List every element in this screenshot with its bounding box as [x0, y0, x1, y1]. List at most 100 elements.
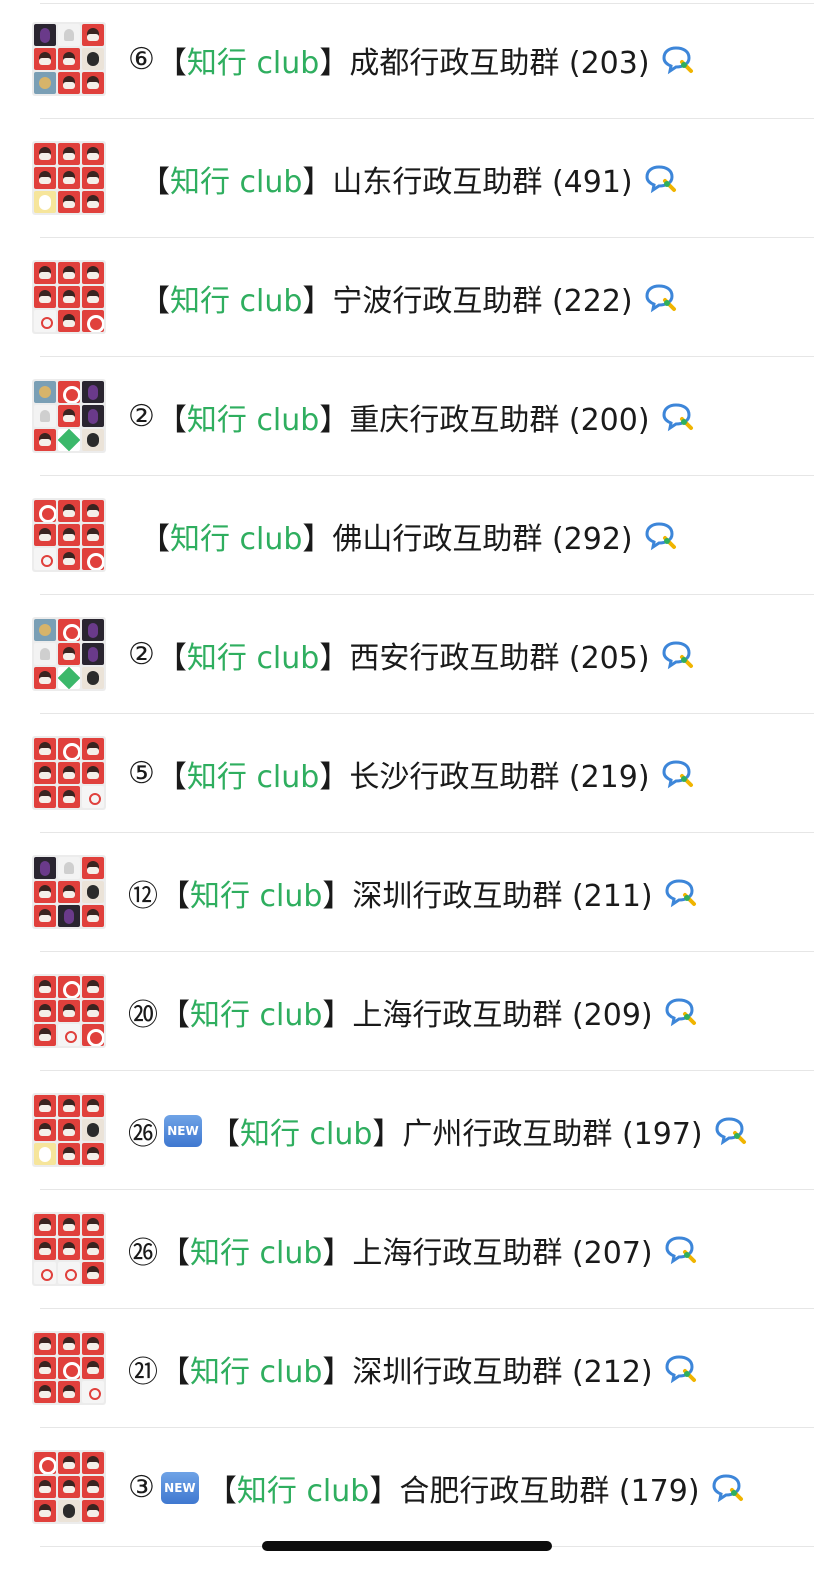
group-avatar: [32, 974, 106, 1048]
chat-list-item[interactable]: 【知行 club】宁波行政互助群 (222): [0, 238, 828, 357]
bracket-open: 【: [140, 521, 170, 557]
avatar-tile: [82, 1452, 104, 1474]
club-name: 知行 club: [190, 1354, 323, 1390]
avatar-tile: [34, 262, 56, 284]
club-name: 知行 club: [170, 283, 303, 319]
avatar-tile: [34, 1095, 56, 1117]
avatar-tile: [82, 857, 104, 879]
club-name: 知行 club: [170, 164, 303, 200]
bracket-close: 】: [319, 402, 350, 438]
group-avatar: [32, 1093, 106, 1167]
chat-list-item[interactable]: 【知行 club】佛山行政互助群 (292): [0, 476, 828, 595]
avatar-tile: [34, 1119, 56, 1141]
bracket-open: 【: [160, 878, 190, 914]
avatar-tile: [34, 191, 56, 213]
avatar-tile: [82, 1000, 104, 1022]
avatar-tile: [34, 1262, 56, 1284]
avatar-tile: [82, 881, 104, 903]
chat-list-item[interactable]: ⑥ 【知行 club】成都行政互助群 (203): [0, 0, 828, 119]
avatar-tile: [34, 167, 56, 189]
avatar-tile: [58, 976, 80, 998]
chat-list-item[interactable]: ⑤ 【知行 club】长沙行政互助群 (219): [0, 714, 828, 833]
avatar-tile: [34, 1381, 56, 1403]
avatar-tile: [82, 619, 104, 641]
sequence-number: ㉖: [128, 1235, 158, 1271]
club-name: 知行 club: [186, 402, 320, 438]
home-indicator[interactable]: [262, 1541, 552, 1551]
chat-list-item[interactable]: ③ NEW 【知行 club】合肥行政互助群 (179): [0, 1428, 828, 1547]
avatar-tile: [34, 643, 56, 665]
avatar-tile: [34, 429, 56, 451]
avatar-tile: [82, 1357, 104, 1379]
wecom-chat-icon: [713, 1116, 747, 1146]
chat-list-item[interactable]: ㉑【知行 club】深圳行政互助群 (212): [0, 1309, 828, 1428]
wecom-chat-icon: [660, 759, 694, 789]
avatar-tile: [34, 1357, 56, 1379]
avatar-tile: [82, 524, 104, 546]
avatar-tile: [58, 1262, 80, 1284]
chat-title: 【知行 club】宁波行政互助群 (222): [140, 276, 677, 320]
avatar-tile: [58, 1357, 80, 1379]
chat-list-item[interactable]: ㉖ NEW 【知行 club】广州行政互助群 (197): [0, 1071, 828, 1190]
sequence-number: ⑫: [128, 878, 158, 914]
wecom-chat-icon: [663, 997, 697, 1027]
chat-title: ⑫ 【知行 club】深圳行政互助群 (211): [128, 871, 697, 915]
avatar-tile: [58, 1095, 80, 1117]
chat-list-item[interactable]: ② 【知行 club】重庆行政互助群 (200): [0, 357, 828, 476]
chat-list-item[interactable]: ⑳ 【知行 club】上海行政互助群 (209): [0, 952, 828, 1071]
sequence-number: ②: [128, 637, 155, 672]
group-avatar: [32, 1450, 106, 1524]
chat-list-item[interactable]: ② 【知行 club】西安行政互助群 (205): [0, 595, 828, 714]
avatar-tile: [82, 1333, 104, 1355]
bracket-close: 】: [369, 1473, 400, 1509]
sequence-number: ②: [128, 399, 155, 434]
avatar-tile: [82, 405, 104, 427]
sequence-number: ⑥: [128, 42, 155, 77]
chat-title: 【知行 club】佛山行政互助群 (292): [140, 514, 677, 558]
group-name: 深圳行政互助群 (211): [352, 878, 653, 914]
avatar-tile: [34, 1024, 56, 1046]
chat-list-item[interactable]: ㉖【知行 club】上海行政互助群 (207): [0, 1190, 828, 1309]
avatar-tile: [34, 1143, 56, 1165]
club-name: 知行 club: [186, 759, 320, 795]
bracket-close: 】: [372, 1116, 403, 1152]
avatar-tile: [34, 500, 56, 522]
avatar-tile: [82, 1214, 104, 1236]
avatar-tile: [34, 905, 56, 927]
chat-title: ② 【知行 club】西安行政互助群 (205): [128, 633, 694, 677]
bracket-close: 】: [322, 997, 353, 1033]
avatar-tile: [58, 24, 80, 46]
avatar-tile: [82, 72, 104, 94]
chat-list-item[interactable]: ⑫ 【知行 club】深圳行政互助群 (211): [0, 833, 828, 952]
club-name: 知行 club: [186, 45, 320, 81]
group-name: 宁波行政互助群 (222): [332, 283, 633, 319]
club-name: 知行 club: [190, 997, 323, 1033]
group-avatar: [32, 736, 106, 810]
avatar-tile: [82, 643, 104, 665]
bracket-open: 【: [156, 640, 187, 676]
bracket-close: 】: [319, 45, 350, 81]
avatar-tile: [82, 1238, 104, 1260]
avatar-tile: [34, 762, 56, 784]
avatar-tile: [34, 976, 56, 998]
avatar-tile: [82, 762, 104, 784]
sequence-number: ③: [128, 1470, 155, 1505]
avatar-tile: [82, 1500, 104, 1522]
group-avatar: [32, 1331, 106, 1405]
wecom-chat-icon: [643, 283, 677, 313]
avatar-tile: [34, 381, 56, 403]
avatar-tile: [82, 786, 104, 808]
bracket-open: 【: [140, 164, 170, 200]
avatar-tile: [58, 1024, 80, 1046]
wecom-chat-icon: [660, 402, 694, 432]
bracket-open: 【: [156, 402, 187, 438]
avatar-tile: [58, 191, 80, 213]
chat-list-item[interactable]: 【知行 club】山东行政互助群 (491): [0, 119, 828, 238]
avatar-tile: [34, 286, 56, 308]
wecom-chat-icon: [643, 164, 677, 194]
avatar-tile: [58, 72, 80, 94]
group-chat-list: ⑥ 【知行 club】成都行政互助群 (203) 【知行 club】山东行政互助群 …: [0, 0, 828, 1547]
avatar-tile: [58, 762, 80, 784]
avatar-tile: [34, 619, 56, 641]
club-name: 知行 club: [186, 640, 320, 676]
